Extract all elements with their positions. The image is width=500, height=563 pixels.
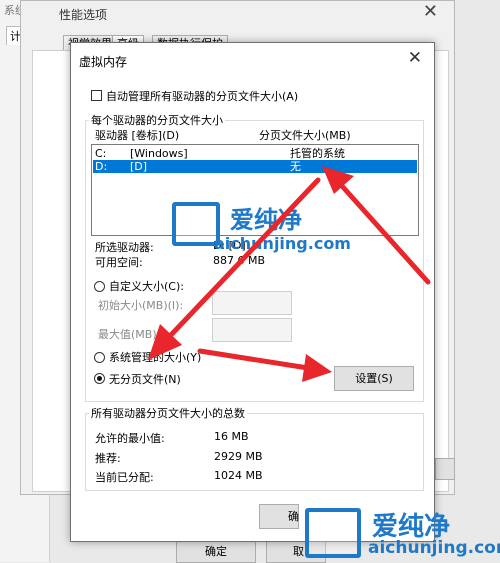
annotation-arrows bbox=[148, 166, 431, 382]
arrow-to-set-button bbox=[197, 348, 332, 382]
arrow-to-no-paging bbox=[148, 177, 321, 360]
arrow-to-drive-d bbox=[322, 166, 431, 285]
